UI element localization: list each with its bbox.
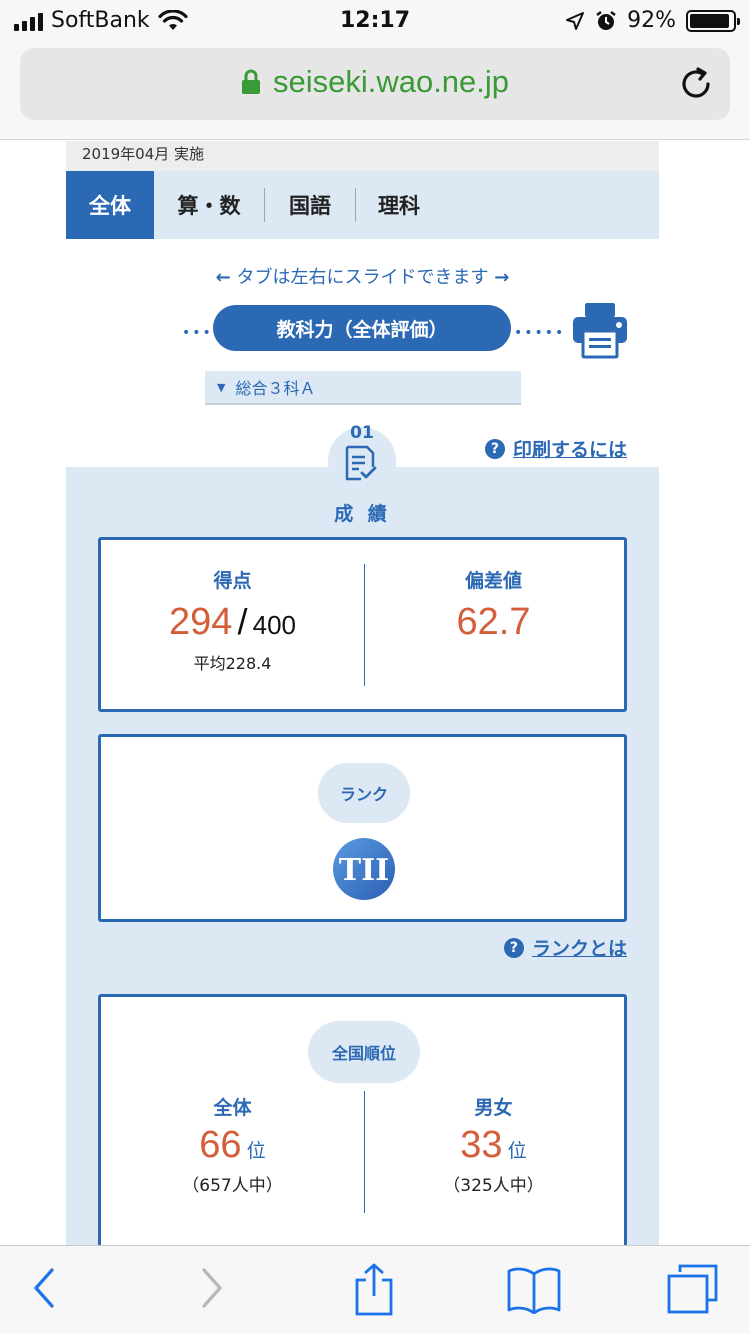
tabs-icon[interactable]: [666, 1264, 720, 1314]
dots-right: •••••: [514, 325, 566, 341]
page-content: 2019年04月 実施 全体 算・数 国語 理科 ← タブは左右にスライドできま…: [66, 141, 659, 1245]
print-help-link[interactable]: ? 印刷するには: [484, 435, 627, 462]
forward-icon[interactable]: [196, 1266, 226, 1310]
back-icon[interactable]: [30, 1266, 60, 1310]
document-check-icon: [345, 445, 377, 481]
question-icon: ?: [484, 438, 505, 459]
results-section-header: 01 成 績 ? 印刷するには: [66, 423, 659, 537]
tab-science[interactable]: 理科: [356, 171, 442, 239]
section-title: 成 績: [334, 503, 391, 525]
rank-all-column: 全体 66 位 （657人中）: [101, 1093, 364, 1196]
exam-date-strip: 2019年04月 実施: [66, 141, 659, 171]
score-average: 平均228.4: [193, 654, 272, 673]
score-label: 得点: [213, 570, 252, 592]
rank-all-label: 全体: [213, 1097, 252, 1119]
tab-overall[interactable]: 全体: [66, 171, 154, 239]
reload-icon[interactable]: [676, 64, 716, 104]
triangle-down-icon: ▼: [217, 380, 226, 394]
rank-gender-column: 男女 33 位 （325人中）: [365, 1093, 622, 1196]
share-icon[interactable]: [352, 1262, 396, 1316]
view-pill[interactable]: 教科力（全体評価）: [213, 305, 511, 351]
rank-all-value: 66: [199, 1124, 242, 1166]
rank-label: ランク: [318, 763, 410, 823]
view-selector-row: ••••• 教科力（全体評価） •••••: [66, 301, 659, 359]
address-bar[interactable]: seiseki.wao.ne.jp: [20, 48, 730, 120]
url-text: seiseki.wao.ne.jp: [272, 64, 510, 99]
exam-date: 2019年04月 実施: [82, 145, 205, 163]
subject-tabs: 全体 算・数 国語 理科: [66, 171, 659, 239]
browser-address-area: seiseki.wao.ne.jp: [0, 44, 750, 140]
location-icon: [566, 11, 585, 30]
deviation-label: 偏差値: [464, 570, 522, 592]
arrow-right-icon: →: [494, 267, 510, 288]
score-column: 得点 294 / 400 平均228.4: [101, 566, 364, 674]
question-icon: ?: [503, 937, 524, 958]
battery-icon: [686, 9, 740, 32]
national-rank-card: 全国順位 全体 66 位 （657人中） 男女 33 位 （325人中）: [98, 994, 627, 1245]
score-slash: /: [237, 601, 248, 642]
status-right: 92%: [565, 8, 740, 33]
score-value: 294: [169, 601, 233, 643]
deviation-column: 偏差値 62.7: [365, 566, 622, 644]
results-section: 得点 294 / 400 平均228.4 偏差値 62.7 ランク TII ? …: [66, 537, 659, 1245]
status-bar: SoftBank 12:17 92%: [0, 0, 750, 44]
printer-icon[interactable]: [571, 301, 629, 359]
tab-math[interactable]: 算・数: [154, 171, 264, 239]
subject-select[interactable]: ▼ 総合３科Ａ: [205, 371, 521, 405]
rank-gender-unit: 位: [507, 1140, 527, 1162]
bookmarks-icon[interactable]: [506, 1266, 562, 1314]
deviation-value: 62.7: [456, 601, 531, 643]
score-card: 得点 294 / 400 平均228.4 偏差値 62.7: [98, 537, 627, 712]
national-rank-label: 全国順位: [308, 1021, 420, 1083]
rank-help-row: ? ランクとは: [98, 922, 627, 994]
section-number: 01: [350, 423, 374, 443]
browser-toolbar: [0, 1245, 750, 1334]
arrow-left-icon: ←: [215, 267, 231, 288]
alarm-icon: [596, 10, 616, 30]
slide-hint-text: タブは左右にスライドできます: [236, 267, 489, 288]
slide-hint: ← タブは左右にスライドできます →: [66, 263, 659, 289]
rank-all-total: （657人中）: [182, 1176, 283, 1196]
rank-gender-label: 男女: [474, 1097, 513, 1119]
print-help-text: 印刷するには: [512, 439, 627, 461]
select-value: 総合３科Ａ: [235, 379, 316, 398]
score-line: 294 / 400: [101, 601, 364, 644]
rank-gender-value: 33: [460, 1124, 503, 1166]
rank-badge-icon: TII: [333, 838, 395, 900]
rank-help-text: ランクとは: [531, 938, 627, 960]
lock-icon: [241, 69, 260, 94]
tab-japanese[interactable]: 国語: [265, 171, 355, 239]
rank-card: ランク TII: [98, 734, 627, 922]
score-max: 400: [252, 610, 296, 640]
rank-badge-text: TII: [339, 853, 389, 888]
rank-gender-total: （325人中）: [443, 1176, 544, 1196]
rank-all-unit: 位: [246, 1140, 266, 1162]
battery-percent: 92%: [627, 8, 676, 33]
rank-help-link[interactable]: ? ランクとは: [503, 934, 627, 961]
